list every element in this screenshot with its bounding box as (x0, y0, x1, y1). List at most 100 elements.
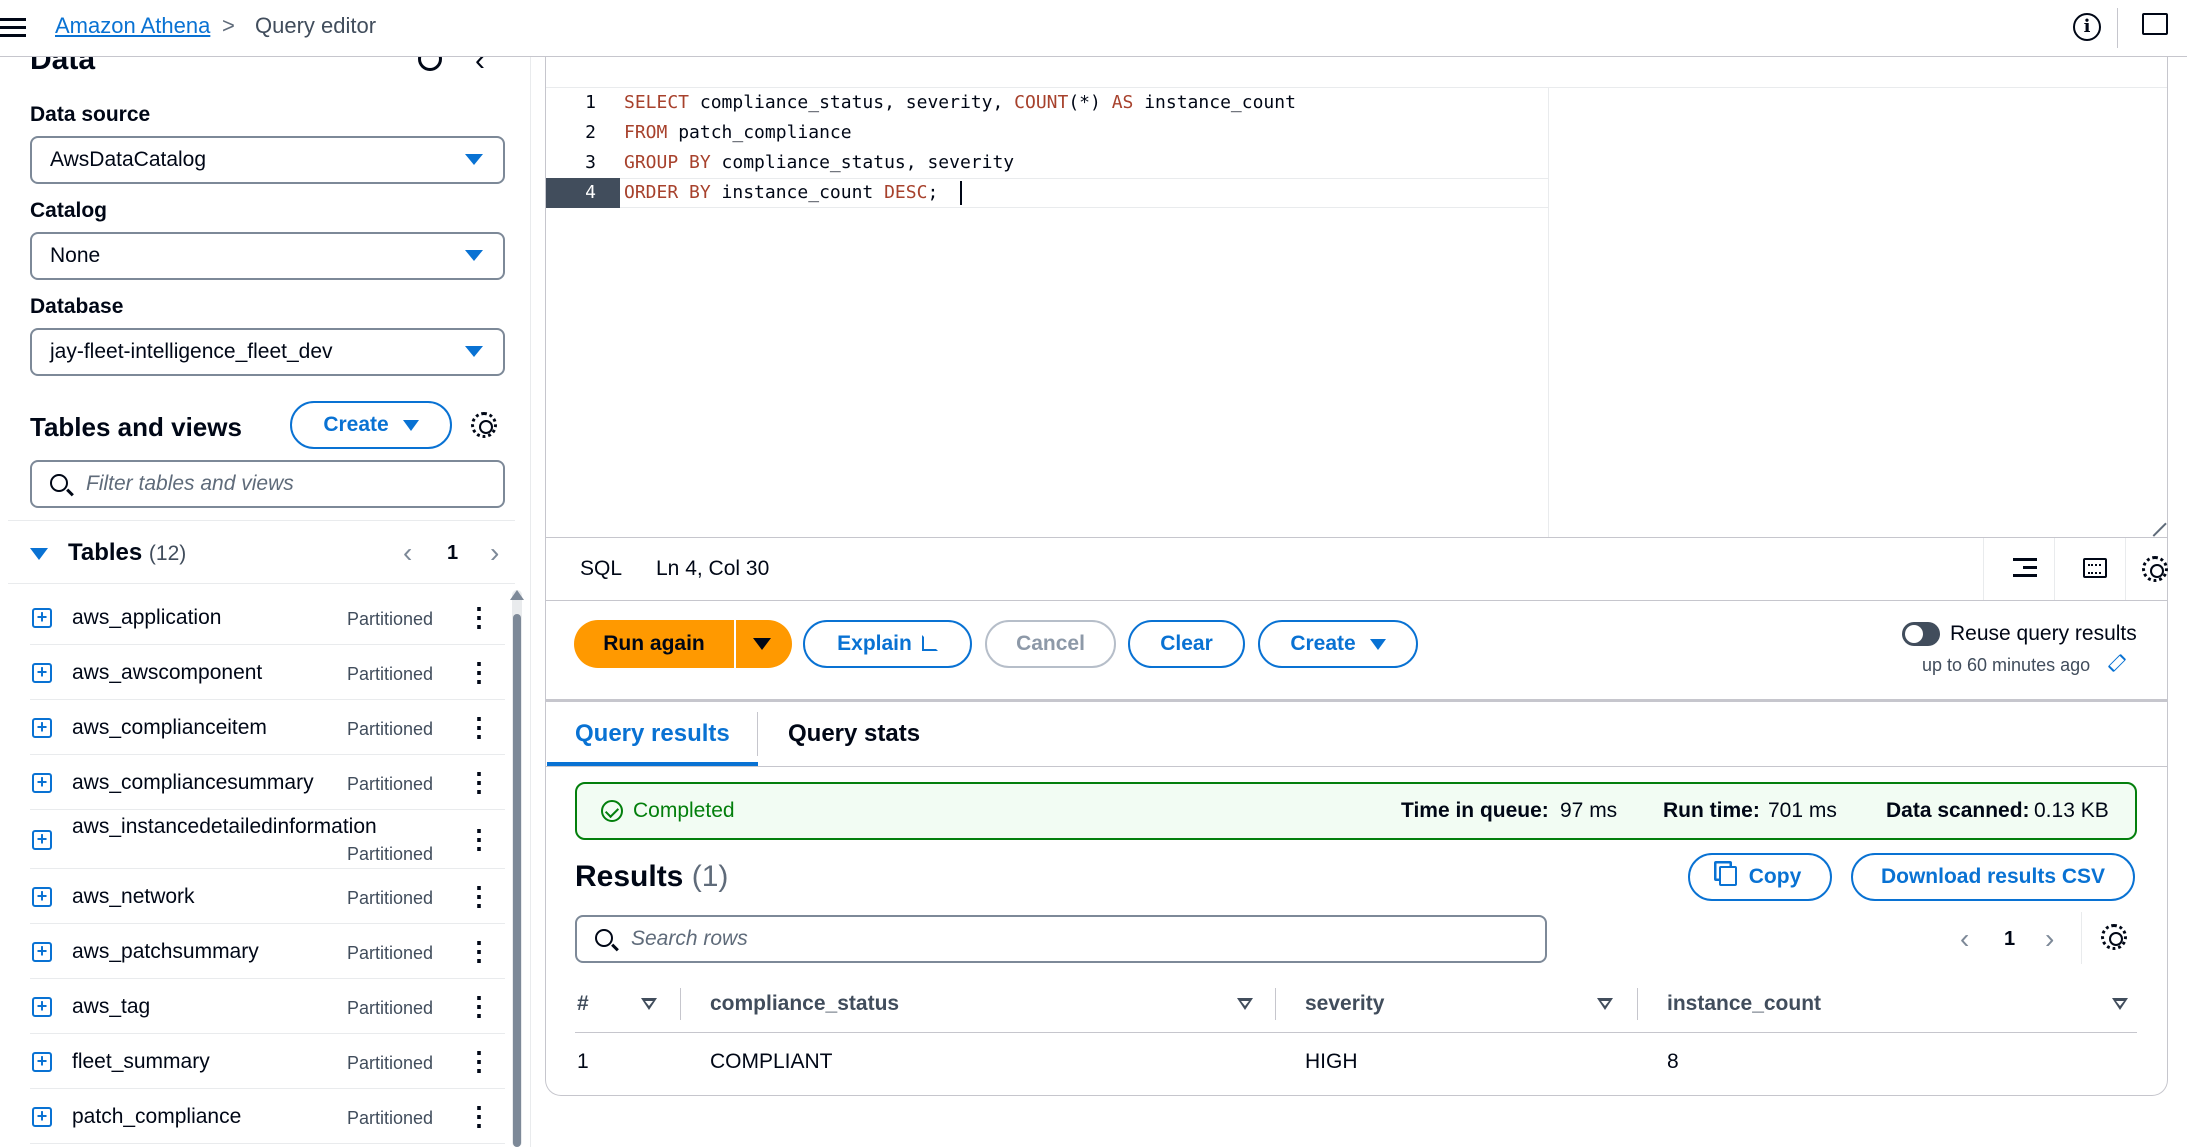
partitioned-tag: Partitioned (347, 844, 434, 864)
expand-table-icon[interactable]: + (32, 1107, 52, 1127)
sql-keyword: COUNT (1014, 92, 1069, 113)
tables-label: Tables (68, 539, 143, 566)
code-line[interactable]: FROM patch_compliance (624, 118, 852, 148)
more-actions-icon[interactable]: ⋮ (466, 993, 492, 1019)
expand-table-icon[interactable]: + (32, 830, 52, 850)
data-source-select[interactable]: AwsDataCatalog (30, 136, 505, 184)
more-actions-icon[interactable]: ⋮ (466, 938, 492, 964)
search-rows-input[interactable]: Search rows (575, 915, 1547, 963)
explain-button[interactable]: Explain (803, 620, 972, 668)
expand-table-icon[interactable]: + (32, 942, 52, 962)
sort-icon[interactable] (1597, 998, 1613, 1010)
breadcrumb-amazon-athena[interactable]: Amazon Athena (55, 12, 210, 40)
format-indent-icon[interactable] (2013, 558, 2037, 578)
editor-status-bar: SQL Ln 4, Col 30 (546, 537, 2168, 601)
collapse-panel-icon[interactable]: ‹ (475, 57, 485, 76)
column-header[interactable]: severity (1305, 990, 1384, 1018)
more-actions-icon[interactable]: ⋮ (466, 1103, 492, 1129)
sort-icon[interactable] (1237, 998, 1253, 1010)
more-actions-icon[interactable]: ⋮ (466, 1048, 492, 1074)
keyboard-shortcuts-icon[interactable] (2083, 558, 2107, 578)
menu-icon[interactable] (0, 14, 28, 42)
caret-down-icon (402, 419, 419, 431)
tab-query-stats[interactable]: Query stats (788, 719, 920, 749)
create-table-button[interactable]: Create (290, 401, 452, 449)
scrollbar-thumb[interactable] (513, 614, 521, 1147)
line-number: 2 (585, 122, 596, 143)
filter-tables-input[interactable]: Filter tables and views (30, 460, 505, 508)
data-scanned-label: Data scanned: (1886, 799, 2030, 822)
table-list-item[interactable]: + aws_application Partitioned ⋮ (30, 590, 510, 645)
table-list-item[interactable]: + aws_compliancesummary Partitioned ⋮ (30, 755, 510, 810)
more-actions-icon[interactable]: ⋮ (466, 659, 492, 685)
caret-down-icon[interactable] (753, 638, 771, 650)
expand-table-icon[interactable]: + (32, 887, 52, 907)
table-cell: 1 (577, 1050, 589, 1073)
column-header[interactable]: compliance_status (710, 990, 899, 1018)
code-line[interactable]: ORDER BY instance_count DESC; (624, 178, 938, 208)
tables-page-number[interactable]: 1 (447, 539, 458, 567)
line-number: 1 (585, 92, 596, 113)
column-header[interactable]: instance_count (1667, 990, 1821, 1018)
code-line[interactable]: SELECT compliance_status, severity, COUN… (624, 88, 1296, 118)
cancel-button[interactable]: Cancel (985, 620, 1116, 668)
caret-down-icon (465, 154, 483, 165)
expand-table-icon[interactable]: + (32, 997, 52, 1017)
scroll-up-icon[interactable] (510, 590, 524, 600)
prev-page-icon[interactable]: ‹ (403, 539, 412, 567)
sql-keyword: AS (1111, 92, 1134, 113)
feedback-icon[interactable] (2142, 13, 2168, 35)
column-resizer[interactable] (680, 988, 681, 1020)
expand-table-icon[interactable]: + (32, 1052, 52, 1072)
prev-page-icon[interactable]: ‹ (1960, 925, 1969, 953)
gear-icon[interactable] (2101, 924, 2127, 950)
create-button[interactable]: Create (1258, 620, 1418, 668)
more-actions-icon[interactable]: ⋮ (466, 826, 492, 852)
gear-icon[interactable] (2142, 556, 2168, 582)
table-list-item[interactable]: + aws_awscomponent Partitioned ⋮ (30, 645, 510, 700)
text-cursor (960, 181, 962, 205)
sort-icon[interactable] (641, 998, 657, 1010)
column-resizer[interactable] (1275, 988, 1276, 1020)
results-page-number[interactable]: 1 (2004, 925, 2015, 953)
language-label: SQL (580, 557, 623, 580)
more-actions-icon[interactable]: ⋮ (466, 714, 492, 740)
table-list-item[interactable]: + aws_tag Partitioned ⋮ (30, 979, 510, 1034)
table-list-item[interactable]: + patch_compliance Partitioned ⋮ (30, 1089, 510, 1144)
breadcrumb-separator-icon: > (222, 13, 235, 38)
copy-button[interactable]: Copy (1688, 853, 1832, 901)
clear-button[interactable]: Clear (1128, 620, 1245, 668)
catalog-select[interactable]: None (30, 232, 505, 280)
run-again-label[interactable]: Run again (574, 620, 734, 668)
header-divider (2117, 8, 2118, 48)
tab-query-results[interactable]: Query results (575, 719, 730, 749)
database-select[interactable]: jay-fleet-intelligence_fleet_dev (30, 328, 505, 376)
column-resizer[interactable] (1637, 988, 1638, 1020)
table-list-item[interactable]: + aws_instancedetailedinformation Partitio… (30, 810, 510, 869)
info-icon[interactable]: i (2073, 13, 2101, 41)
table-list-item[interactable]: + fleet_summary Partitioned ⋮ (30, 1034, 510, 1089)
more-actions-icon[interactable]: ⋮ (466, 883, 492, 909)
expand-table-icon[interactable]: + (32, 718, 52, 738)
expand-table-icon[interactable]: + (32, 663, 52, 683)
gear-icon[interactable] (471, 412, 497, 438)
more-actions-icon[interactable]: ⋮ (466, 604, 492, 630)
database-value: jay-fleet-intelligence_fleet_dev (50, 340, 333, 363)
download-csv-button[interactable]: Download results CSV (1851, 853, 2135, 901)
refresh-icon[interactable] (418, 57, 442, 71)
tables-section-toggle[interactable]: Tables (12) (30, 538, 186, 569)
table-list-item[interactable]: + aws_complianceitem Partitioned ⋮ (30, 700, 510, 755)
partitioned-tag: Partitioned (347, 774, 434, 794)
expand-table-icon[interactable]: + (32, 773, 52, 793)
more-actions-icon[interactable]: ⋮ (466, 769, 492, 795)
table-list-item[interactable]: + aws_patchsummary Partitioned ⋮ (30, 924, 510, 979)
expand-table-icon[interactable]: + (32, 608, 52, 628)
table-list-item[interactable]: + aws_network Partitioned ⋮ (30, 869, 510, 924)
code-line[interactable]: GROUP BY compliance_status, severity (624, 148, 1014, 178)
reuse-results-toggle[interactable] (1902, 622, 1940, 646)
run-again-button[interactable]: Run again (574, 620, 792, 668)
next-page-icon[interactable]: › (2045, 925, 2054, 953)
column-header[interactable]: # (577, 990, 589, 1018)
sort-icon[interactable] (2112, 998, 2128, 1010)
next-page-icon[interactable]: › (490, 539, 499, 567)
